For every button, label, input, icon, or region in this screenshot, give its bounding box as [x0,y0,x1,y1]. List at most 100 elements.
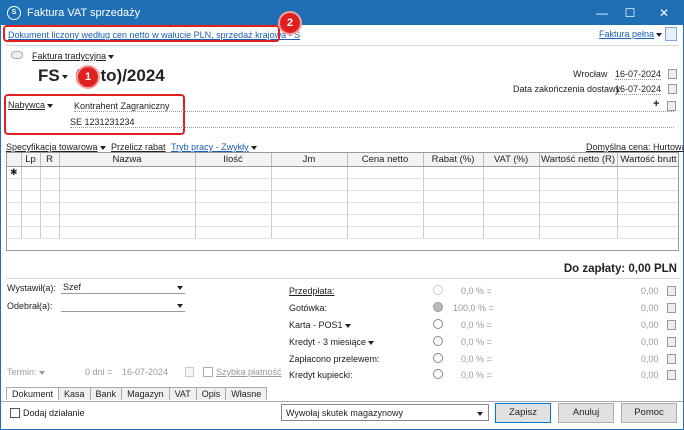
buyer-name-field[interactable]: Kontrahent Zagraniczny [74,101,674,112]
table-row[interactable] [7,202,678,215]
buyer-nip-field[interactable]: SE 1231231234 [70,117,674,128]
payment-amount[interactable]: 0,00 [641,286,659,296]
payment-percent[interactable]: 0,0 % = [461,337,492,347]
column-header[interactable]: Cena netto [347,153,424,167]
column-header[interactable]: Rabat (%) [423,153,484,167]
issuer-value: Szef [63,282,82,292]
column-header[interactable]: Wartość brutt [617,153,678,167]
payment-radio[interactable] [433,319,443,329]
cancel-button[interactable]: Anuluj [558,403,614,423]
minimize-icon[interactable]: — [587,4,617,22]
payment-amount[interactable]: 0,00 [641,303,659,313]
series-dropdown[interactable]: FS [38,66,68,86]
payment-amount[interactable]: 0,00 [641,354,659,364]
calculator-icon[interactable] [667,337,676,347]
payment-amount[interactable]: 0,00 [641,320,659,330]
payment-percent[interactable]: 0,0 % = [461,354,492,364]
term-days-field[interactable]: 0 dni = [85,367,112,377]
grid-header-corner [7,153,22,167]
calculator-icon[interactable] [667,320,676,330]
column-header[interactable]: Wartość netto (R) [539,153,618,167]
faktura-pelna-label: Faktura pełna [599,29,655,39]
payment-amount[interactable]: 0,00 [641,370,659,380]
table-row[interactable] [7,190,678,203]
recalc-discount-link[interactable]: Przelicz rabat [111,142,166,152]
table-row[interactable] [7,214,678,227]
payment-percent[interactable]: 0,0 % = [461,370,492,380]
series-label: FS [38,66,60,85]
chevron-down-icon [61,74,68,79]
save-button[interactable]: Zapisz [495,403,551,423]
tab-vat[interactable]: VAT [168,387,197,400]
receiver-dropdown[interactable] [61,300,185,312]
payment-radio[interactable] [433,353,443,363]
calculator-icon[interactable] [667,286,676,296]
contacts-icon[interactable] [667,101,676,111]
maximize-icon[interactable]: ☐ [615,4,645,22]
payment-percent[interactable]: 100,0 % = [453,303,494,313]
column-header[interactable]: Jm [271,153,348,167]
payment-method-dropdown[interactable]: Kredyt - 3 miesiące [289,337,375,347]
calendar-icon[interactable] [668,84,677,94]
payment-label: Karta - POS1 [289,320,343,330]
payment-percent[interactable]: 0,0 % = [461,320,492,330]
add-icon[interactable]: + [653,98,659,110]
calendar-icon[interactable] [668,69,677,79]
close-icon[interactable]: ✕ [649,4,679,22]
chevron-down-icon [38,370,45,375]
tab-bank[interactable]: Bank [89,387,123,400]
column-header[interactable]: VAT (%) [483,153,540,167]
table-row[interactable] [7,226,678,239]
column-header[interactable]: Lp [21,153,41,167]
tab-magazyn[interactable]: Magazyn [121,387,170,400]
tab-kasa[interactable]: Kasa [58,387,91,400]
calculator-icon[interactable] [667,354,676,364]
calendar-icon[interactable] [185,367,194,377]
payment-percent[interactable]: 0,0 % = [461,286,492,296]
work-mode-dropdown[interactable]: Tryb pracy - Zwykły [171,142,257,152]
payment-label[interactable]: Przedpłata: [289,286,335,296]
tab-dokument[interactable]: Dokument [6,387,60,400]
specification-dropdown[interactable]: Specyfikacja towarowa [6,142,106,152]
column-header[interactable]: R [40,153,60,167]
table-row[interactable]: ✱ [7,166,678,179]
column-header[interactable]: Nazwa [59,153,196,167]
faktura-tradycyjna-menu[interactable]: Faktura tradycyjna [32,51,115,61]
warehouse-effect-value: Wywołaj skutek magazynowy [286,408,403,418]
place-label: Wrocław [573,69,608,79]
table-row[interactable] [7,178,678,191]
help-button[interactable]: Pomoc [621,403,677,423]
new-row-marker: ✱ [7,166,22,179]
bottom-tabs: Dokument Kasa Bank Magazyn VAT Opis Własne [6,387,268,402]
invoice-window: S Faktura VAT sprzedaży — ☐ ✕ Dokument l… [0,0,684,430]
document-icon[interactable] [665,27,677,41]
payment-radio[interactable] [433,336,443,346]
add-action-checkbox[interactable] [10,408,20,418]
warehouse-effect-dropdown[interactable]: Wywołaj skutek magazynowy [281,404,489,421]
faktura-pelna-link[interactable]: Faktura pełna [599,29,663,39]
payment-radio[interactable] [433,285,443,295]
items-grid[interactable]: Lp R Nazwa Ilość Jm Cena netto Rabat (%)… [6,152,679,251]
default-price-link[interactable]: Domyślna cena: Hurtowa [586,142,684,152]
buyer-dropdown[interactable]: Nabywca [8,100,54,110]
calculator-icon[interactable] [667,303,676,313]
issuer-dropdown[interactable]: Szef [61,282,185,294]
term-dropdown[interactable]: Termin: [7,367,45,377]
payment-label: Kredyt - 3 miesiące [289,337,367,347]
payment-method-dropdown[interactable]: Karta - POS1 [289,320,351,330]
tab-wlasne[interactable]: Własne [225,387,268,400]
eraser-icon[interactable] [11,51,23,59]
tab-opis[interactable]: Opis [195,387,227,400]
payment-amount[interactable]: 0,00 [641,337,659,347]
column-header[interactable]: Ilość [195,153,272,167]
chevron-down-icon [368,340,375,345]
payment-radio[interactable] [433,369,443,379]
issue-date-field[interactable]: 16-07-2024 [615,69,661,80]
chevron-down-icon [108,54,115,59]
calculator-icon[interactable] [667,370,676,380]
term-date-field[interactable]: 16-07-2024 [122,367,168,377]
highlight-box-doc-info [3,25,280,42]
payment-radio[interactable] [433,302,443,312]
fast-payment-checkbox[interactable] [203,367,213,377]
delivery-date-field[interactable]: 16-07-2024 [615,84,661,95]
